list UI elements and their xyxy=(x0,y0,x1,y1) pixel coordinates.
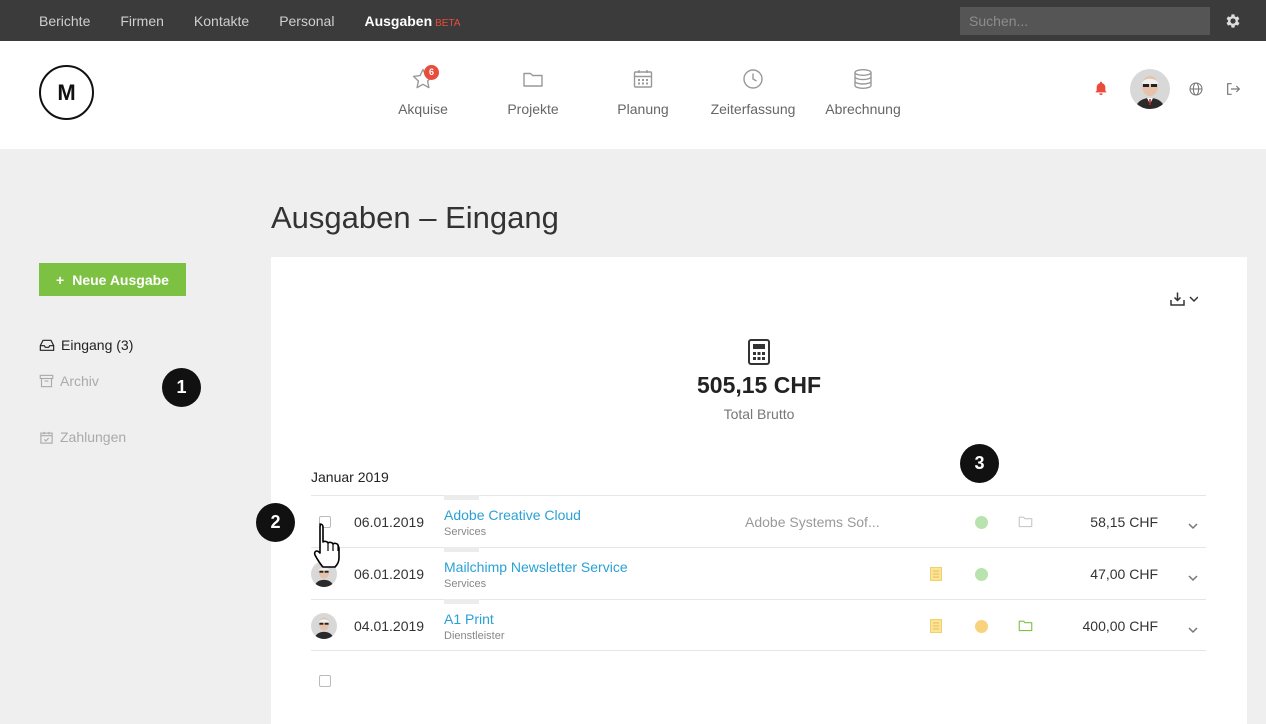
topnav-item-kontakte[interactable]: Kontakte xyxy=(179,13,264,29)
row-amount: 400,00 CHF xyxy=(1082,618,1158,634)
nav-label: Akquise xyxy=(398,101,448,117)
row-amount: 47,00 CHF xyxy=(1090,566,1158,582)
table-row[interactable]: 04.01.2019 A1 Print Dienstleister 400,00… xyxy=(311,599,1206,651)
row-date: 06.01.2019 xyxy=(354,514,425,530)
document-icon[interactable] xyxy=(930,619,942,638)
row-divider xyxy=(444,495,479,500)
row-name-link[interactable]: Mailchimp Newsletter Service xyxy=(444,559,628,575)
beta-badge: BETA xyxy=(435,17,461,29)
sidebar-item-zahlungen[interactable]: Zahlungen xyxy=(39,429,126,445)
new-expense-label: Neue Ausgabe xyxy=(72,271,169,288)
row-avatar xyxy=(311,613,337,639)
row-divider xyxy=(444,599,479,604)
topnav-item-ausgaben[interactable]: Ausgaben BETA xyxy=(349,13,475,29)
logo[interactable]: M xyxy=(39,65,94,120)
search-input[interactable] xyxy=(960,7,1210,35)
main-nav: 6 Akquise Projekte Planung Zeiterfassung… xyxy=(368,65,918,117)
user-avatar[interactable] xyxy=(1130,69,1170,109)
sidebar-item-eingang[interactable]: Eingang (3) xyxy=(39,337,133,353)
topnav-item-personal[interactable]: Personal xyxy=(264,13,349,29)
calendar-icon xyxy=(633,70,653,88)
sidebar-item-label: Zahlungen xyxy=(60,429,127,445)
calculator-icon xyxy=(747,339,771,370)
logout-icon[interactable] xyxy=(1225,81,1241,102)
nav-planung[interactable]: Planung xyxy=(588,65,698,117)
select-all-checkbox[interactable] xyxy=(319,675,331,687)
nav-abrechnung[interactable]: Abrechnung xyxy=(808,65,918,117)
sidebar-item-label: Archiv xyxy=(60,373,99,389)
status-dot xyxy=(975,516,988,529)
sidebar-item-label: Eingang (3) xyxy=(61,337,134,353)
total-amount: 505,15 CHF xyxy=(696,372,821,398)
row-divider xyxy=(444,547,479,552)
row-amount: 58,15 CHF xyxy=(1090,514,1158,530)
row-name-link[interactable]: A1 Print xyxy=(444,611,494,627)
row-category: Services xyxy=(444,526,487,538)
top-bar: Berichte Firmen Kontakte Personal Ausgab… xyxy=(0,0,1266,41)
folder-icon[interactable] xyxy=(1018,515,1033,533)
page-title: Ausgaben – Eingang xyxy=(271,200,559,235)
table-row[interactable]: 06.01.2019 Mailchimp Newsletter Service … xyxy=(311,547,1206,599)
chevron-down-icon[interactable] xyxy=(1188,621,1198,639)
table-row[interactable]: 06.01.2019 Adobe Creative Cloud Services… xyxy=(311,495,1206,547)
topnav-item-firmen[interactable]: Firmen xyxy=(105,13,179,29)
row-category: Services xyxy=(444,578,487,590)
archive-icon xyxy=(39,374,54,388)
plus-icon: + xyxy=(56,271,65,288)
gear-icon[interactable] xyxy=(1224,12,1242,30)
top-nav: Berichte Firmen Kontakte Personal Ausgab… xyxy=(24,0,476,41)
chevron-down-icon[interactable] xyxy=(1188,517,1198,535)
topnav-item-ausgaben-label: Ausgaben xyxy=(364,12,433,29)
sidebar-item-archiv[interactable]: Archiv xyxy=(39,373,99,389)
expenses-panel: 505,15 CHF Total Brutto Januar 2019 06.0… xyxy=(271,257,1247,724)
nav-label: Planung xyxy=(617,101,669,117)
nav-label: Abrechnung xyxy=(825,101,901,117)
folder-icon[interactable] xyxy=(1018,619,1033,637)
status-dot xyxy=(975,568,988,581)
row-category: Dienstleister xyxy=(444,630,505,642)
step-marker-1: 1 xyxy=(162,368,201,407)
clock-icon xyxy=(743,69,763,89)
nav-label: Projekte xyxy=(507,101,559,117)
total-label: Total Brutto xyxy=(723,406,795,422)
app-header: M 6 Akquise Projekte Planung Zeiterfassu… xyxy=(0,41,1266,149)
database-icon xyxy=(854,69,872,90)
hand-cursor-icon xyxy=(310,521,350,576)
export-dropdown[interactable] xyxy=(1168,291,1199,312)
inbox-icon xyxy=(39,339,55,351)
step-marker-2: 2 xyxy=(256,503,295,542)
nav-zeiterfassung[interactable]: Zeiterfassung xyxy=(698,65,808,117)
chevron-down-icon[interactable] xyxy=(1188,569,1198,587)
topnav-item-berichte[interactable]: Berichte xyxy=(24,13,105,29)
notification-badge: 6 xyxy=(424,65,439,80)
row-vendor: Adobe Systems Sof... xyxy=(745,514,880,530)
document-icon[interactable] xyxy=(930,567,942,586)
new-expense-button[interactable]: + Neue Ausgabe xyxy=(39,263,186,296)
row-date: 04.01.2019 xyxy=(354,618,425,634)
calendar-check-icon xyxy=(40,431,53,444)
status-dot xyxy=(975,620,988,633)
folder-icon xyxy=(523,72,543,87)
nav-projekte[interactable]: Projekte xyxy=(478,65,588,117)
row-date: 06.01.2019 xyxy=(354,566,425,582)
month-heading: Januar 2019 xyxy=(311,469,389,485)
nav-akquise[interactable]: 6 Akquise xyxy=(368,65,478,117)
step-marker-3: 3 xyxy=(960,444,999,483)
bell-icon[interactable] xyxy=(1093,80,1109,101)
row-name-link[interactable]: Adobe Creative Cloud xyxy=(444,507,581,523)
globe-icon[interactable] xyxy=(1188,81,1204,102)
nav-label: Zeiterfassung xyxy=(710,101,796,117)
